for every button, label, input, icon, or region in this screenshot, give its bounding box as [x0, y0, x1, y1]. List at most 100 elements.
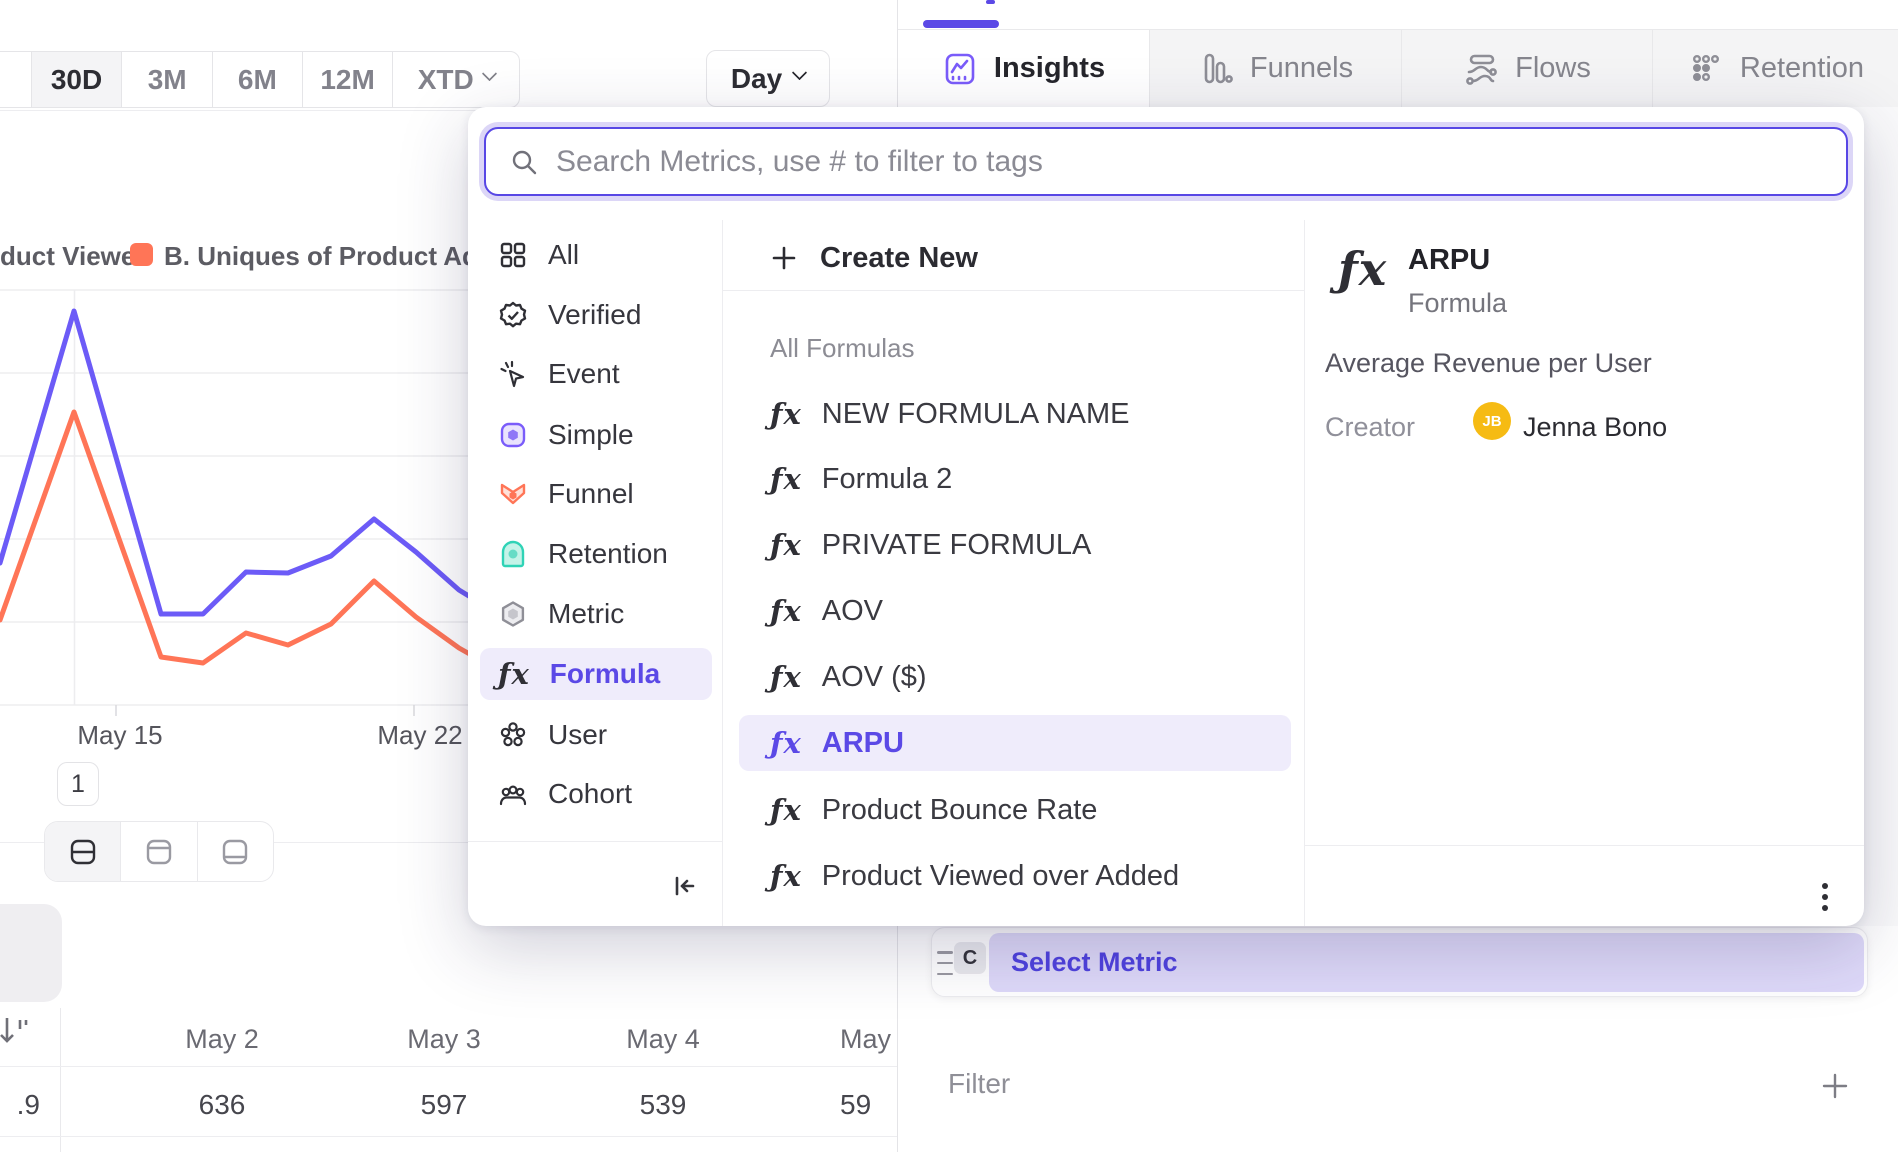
- create-new-button[interactable]: Create New: [770, 230, 978, 286]
- x-axis-label: May 15: [58, 720, 182, 751]
- sidebar-footer-divider: [468, 841, 723, 842]
- more-options-button[interactable]: [1803, 875, 1847, 919]
- category-all[interactable]: All: [480, 229, 712, 281]
- legend-item-a[interactable]: duct Viewed: [0, 241, 151, 272]
- category-label: Event: [548, 358, 620, 390]
- formula-name: NEW FORMULA NAME: [822, 398, 1130, 431]
- formula-name: AOV ($): [822, 661, 927, 694]
- category-user[interactable]: User: [480, 709, 712, 761]
- tab-flows[interactable]: Flows: [1401, 30, 1652, 107]
- drag-handle-icon[interactable]: [937, 951, 953, 975]
- collapse-sidebar-button[interactable]: [658, 860, 710, 912]
- category-verified[interactable]: Verified: [480, 289, 712, 341]
- formula-item[interactable]: ƒxAOV ($): [739, 649, 1291, 705]
- formula-item[interactable]: ƒxFormula 2: [739, 451, 1291, 507]
- chevron-down-icon: [481, 66, 497, 82]
- detail-creator-name: Jenna Bono: [1523, 412, 1667, 443]
- table-cell: 597: [384, 1078, 504, 1132]
- sort-descending-icon[interactable]: [0, 1014, 32, 1048]
- legend-swatch-b: [130, 243, 153, 266]
- plus-icon: [770, 244, 798, 272]
- table-cell: 636: [162, 1078, 282, 1132]
- formula-name: ARPU: [822, 727, 904, 760]
- funnel-metric-icon: [498, 479, 528, 509]
- legend-item-b[interactable]: B. Uniques of Product Add: [164, 241, 494, 272]
- funnels-icon: [1198, 51, 1234, 87]
- detail-footer-divider: [1305, 845, 1864, 846]
- category-formula[interactable]: ƒx Formula: [480, 648, 712, 700]
- table-cell: 539: [603, 1078, 723, 1132]
- formula-name: Product Bounce Rate: [822, 794, 1098, 827]
- layout-toggle-group: [44, 821, 274, 882]
- search-icon: [510, 148, 538, 176]
- search-input[interactable]: [556, 145, 1826, 179]
- search-field-wrap: [484, 127, 1848, 196]
- metric-picker-modal: All Verified Event Simple: [468, 107, 1864, 926]
- table-header-cell: May: [840, 1012, 897, 1066]
- granularity-dropdown[interactable]: Day: [706, 50, 830, 107]
- category-label: Funnel: [548, 478, 634, 510]
- formula-item[interactable]: ƒx PRIVATE FORMULA: [739, 517, 1291, 573]
- tab-insights[interactable]: Insights: [898, 30, 1149, 107]
- category-cohort[interactable]: Cohort: [480, 768, 712, 820]
- formula-fx-icon: ƒx: [498, 657, 530, 691]
- formula-fx-icon: ƒx: [770, 594, 802, 628]
- page-number-button[interactable]: 1: [57, 762, 99, 806]
- create-new-divider: [723, 290, 1305, 291]
- tab-label: Flows: [1515, 52, 1591, 85]
- add-filter-icon[interactable]: [1821, 1072, 1849, 1100]
- table-header-cell: May 3: [384, 1012, 504, 1066]
- category-event[interactable]: Event: [480, 348, 712, 400]
- category-label: Metric: [548, 598, 624, 630]
- detail-creator-label: Creator: [1325, 412, 1415, 443]
- category-metric[interactable]: Metric: [480, 588, 712, 640]
- table-column-divider: [60, 1008, 61, 1152]
- formula-item[interactable]: ƒx Product Bounce Rate: [739, 782, 1291, 838]
- table-cell-partial: .9: [0, 1078, 40, 1132]
- category-sidebar: All Verified Event Simple: [468, 220, 723, 926]
- chart-axis-ticks: [116, 705, 414, 716]
- layout-split-horizontal-button[interactable]: [45, 822, 120, 881]
- row-letter-badge[interactable]: C: [954, 942, 986, 974]
- range-button-12m[interactable]: 12M: [302, 52, 393, 107]
- category-retention[interactable]: Retention: [480, 528, 712, 580]
- range-button-6m[interactable]: 6M: [212, 52, 302, 107]
- chart-line-B: [0, 412, 482, 663]
- formula-item-selected[interactable]: ƒxARPU: [739, 715, 1291, 771]
- formula-name: PRIVATE FORMULA: [822, 529, 1092, 562]
- chevron-down-icon: [792, 65, 808, 81]
- category-label: Simple: [548, 419, 634, 451]
- range-button-partial[interactable]: [0, 52, 31, 107]
- select-metric-label: Select Metric: [1011, 947, 1178, 978]
- select-metric-field[interactable]: Select Metric: [989, 933, 1864, 992]
- category-simple[interactable]: Simple: [480, 409, 712, 461]
- tab-retention[interactable]: Retention: [1652, 30, 1898, 107]
- formula-name: Product Viewed over Added: [822, 860, 1179, 893]
- category-label: Formula: [550, 658, 660, 690]
- formula-item[interactable]: ƒxNEW FORMULA NAME: [739, 386, 1291, 442]
- tab-funnels[interactable]: Funnels: [1149, 30, 1401, 107]
- formula-fx-icon: ƒx: [770, 528, 802, 562]
- tab-label: Funnels: [1250, 52, 1353, 85]
- active-tab-indicator: [923, 20, 999, 28]
- layout-top-panel-button[interactable]: [120, 822, 196, 881]
- avatar: JB: [1473, 402, 1511, 440]
- category-label: Cohort: [548, 778, 632, 810]
- range-xtd-label: XTD: [418, 64, 474, 96]
- user-cluster-icon: [498, 720, 528, 750]
- formula-name: AOV: [822, 595, 883, 628]
- formula-item[interactable]: ƒx AOV: [739, 583, 1291, 639]
- layout-bottom-panel-button[interactable]: [197, 822, 273, 881]
- detail-description: Average Revenue per User: [1325, 348, 1652, 379]
- split-horizontal-icon: [67, 836, 99, 868]
- verified-badge-icon: [498, 300, 528, 330]
- formula-item[interactable]: ƒxProduct Viewed over Added: [739, 848, 1291, 904]
- range-button-3m[interactable]: 3M: [121, 52, 212, 107]
- category-funnel[interactable]: Funnel: [480, 468, 712, 520]
- active-indicator-fragment: [986, 0, 995, 4]
- range-button-30d[interactable]: 30D: [31, 52, 122, 107]
- formula-fx-icon: ƒx: [770, 793, 802, 827]
- filter-section-label: Filter: [948, 1068, 1010, 1100]
- detail-metric-type: Formula: [1408, 288, 1507, 319]
- range-button-xtd[interactable]: XTD: [392, 52, 519, 107]
